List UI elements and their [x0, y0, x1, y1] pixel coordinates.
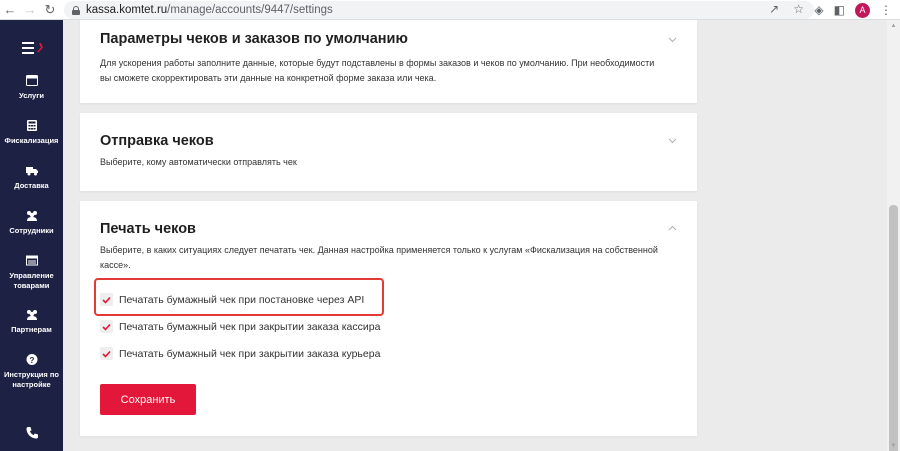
calculator-icon	[26, 120, 37, 131]
lock-icon	[72, 5, 80, 15]
scroll-down-icon[interactable]: ▼	[890, 443, 897, 449]
url-path: /manage/accounts/9447/settings	[167, 4, 333, 16]
defaults-section-description: Для ускорения работы заполните данные, к…	[100, 58, 655, 83]
sidepanel-icon[interactable]: ◧	[834, 3, 845, 17]
forward-icon[interactable]: →	[20, 0, 40, 20]
chevron-right-icon: ❯	[36, 42, 44, 52]
sidebar-item-label: Сотрудники	[9, 226, 54, 235]
defaults-section: Параметры чеков и заказов по умолчанию Д…	[80, 20, 697, 103]
chevron-down-icon[interactable]	[668, 136, 677, 145]
sidebar-item-label: Услуги	[19, 91, 44, 100]
menu-toggle-button[interactable]: ❯	[22, 42, 44, 54]
sidebar-item-delivery[interactable]: Доставка	[0, 165, 63, 191]
more-icon[interactable]: ⋮	[880, 3, 892, 17]
chevron-up-icon[interactable]	[668, 224, 677, 233]
star-icon[interactable]: ☆	[793, 2, 804, 16]
checkmark-icon	[102, 350, 111, 358]
share-icon[interactable]: ↗	[769, 2, 779, 16]
help-icon: ?	[26, 354, 37, 365]
sidebar-item-phone[interactable]	[0, 426, 63, 445]
back-icon[interactable]: ←	[0, 0, 20, 20]
url-domain: kassa.komtet.ru	[86, 4, 168, 16]
checkbox-label: Печатать бумажный чек при закрытии заказ…	[119, 320, 381, 333]
sidebar: ❯ Услуги Фискализация Доставка Сотрудник…	[0, 20, 63, 451]
extensions-icon[interactable]: ◈	[814, 3, 823, 17]
sidebar-item-label: Инструкция по настройке	[4, 370, 59, 389]
goods-icon	[25, 255, 38, 266]
printing-section-title[interactable]: Печать чеков	[100, 221, 196, 237]
sidebar-item-staff[interactable]: Сотрудники	[0, 210, 63, 236]
checkmark-icon	[102, 323, 111, 331]
sidebar-item-label: Доставка	[14, 181, 49, 190]
sidebar-item-services[interactable]: Услуги	[0, 75, 63, 101]
reload-icon[interactable]: ↻	[40, 0, 60, 20]
defaults-section-title[interactable]: Параметры чеков и заказов по умолчанию	[100, 31, 408, 47]
checkbox[interactable]	[100, 320, 113, 333]
print-option-cashier[interactable]: Печатать бумажный чек при закрытии заказ…	[100, 320, 380, 333]
scroll-up-icon[interactable]: ▲	[890, 23, 897, 29]
sending-section-description: Выберите, кому автоматически отправлять …	[100, 157, 297, 167]
partners-icon	[26, 310, 37, 320]
sidebar-item-label: Фискализация	[4, 136, 59, 145]
address-bar[interactable]: kassa.komtet.ru/manage/accounts/9447/set…	[64, 1, 814, 19]
sidebar-item-label: Управление товарами	[9, 271, 54, 290]
chevron-down-icon[interactable]	[668, 35, 677, 44]
printing-section-description: Выберите, в каких ситуациях следует печа…	[100, 245, 658, 270]
scrollbar[interactable]: ▲ ▼	[887, 20, 900, 451]
scrollbar-thumb[interactable]	[889, 205, 898, 451]
services-icon	[25, 75, 38, 86]
url-text: kassa.komtet.ru/manage/accounts/9447/set…	[86, 4, 333, 16]
phone-icon	[26, 427, 38, 439]
browser-toolbar: ← → ↻ kassa.komtet.ru/manage/accounts/94…	[0, 0, 900, 20]
highlight-box	[94, 278, 384, 316]
sidebar-item-label: Партнерам	[11, 325, 52, 334]
sending-section: Отправка чеков Выберите, кому автоматиче…	[80, 113, 697, 191]
checkbox[interactable]	[100, 347, 113, 360]
sending-section-title[interactable]: Отправка чеков	[100, 133, 214, 149]
profile-avatar[interactable]: A	[855, 2, 870, 18]
sidebar-item-partners[interactable]: Партнерам	[0, 309, 63, 335]
users-icon	[26, 211, 37, 221]
checkbox-label: Печатать бумажный чек при закрытии заказ…	[119, 347, 381, 360]
truck-icon	[25, 167, 38, 176]
sidebar-item-help[interactable]: ? Инструкция по настройке	[0, 354, 63, 390]
sidebar-item-fiscalization[interactable]: Фискализация	[0, 120, 63, 146]
svg-text:?: ?	[29, 356, 34, 365]
printing-section: Печать чеков Выберите, в каких ситуациях…	[80, 201, 697, 436]
save-button[interactable]: Сохранить	[100, 384, 196, 415]
print-option-courier[interactable]: Печатать бумажный чек при закрытии заказ…	[100, 347, 380, 360]
sidebar-item-goods[interactable]: Управление товарами	[0, 255, 63, 291]
